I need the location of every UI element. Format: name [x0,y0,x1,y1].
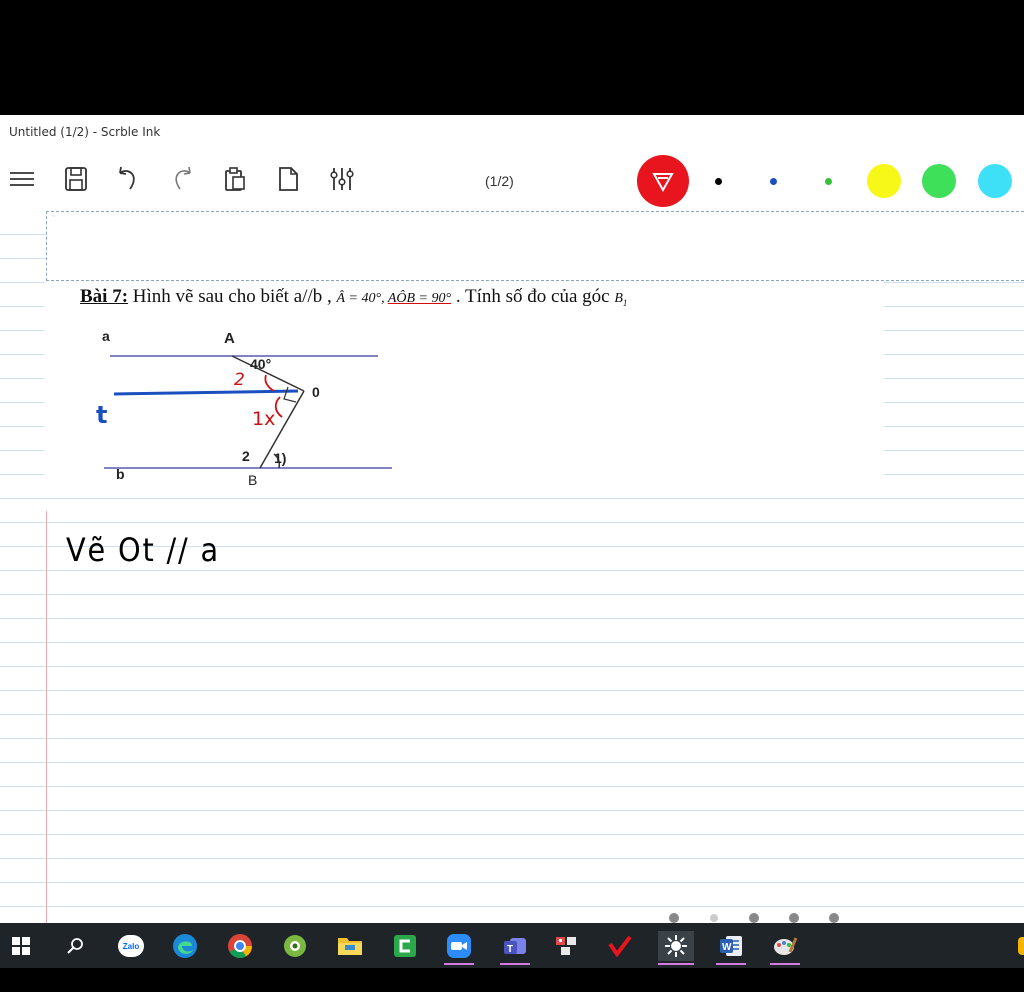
brightness-active-indicator [658,963,694,965]
paint-icon [774,937,798,955]
search-button[interactable] [60,931,90,961]
chrome-button[interactable] [225,931,255,961]
page-margin-line [46,511,47,923]
zalo-icon: Zalo [118,935,144,957]
settings-sliders-icon [330,168,354,190]
selection-handle-label: ~ [52,214,56,220]
save-icon [65,167,87,191]
snipping-icon [556,937,576,955]
ink-canvas[interactable]: ~ Bài 7: Hình vẽ sau cho biết a//b , Â =… [0,211,1024,923]
title-bar: Untitled (1/2) - Scrble Ink [0,115,1024,149]
angle-2-arc [264,374,275,392]
problem-statement: Bài 7: Hình vẽ sau cho biết a//b , Â = 4… [80,286,627,308]
zoom-button[interactable] [444,931,474,965]
chrome-icon [228,934,252,959]
settings-button[interactable] [326,163,358,195]
paste-button[interactable] [219,163,251,195]
label-1-bottom: 1) [274,450,286,466]
color-black-small[interactable] [715,178,722,185]
menu-button[interactable] [6,163,38,195]
label-2-bottom: 2 [242,448,250,464]
vietkey-icon [608,935,632,958]
geometry-figure: a A 40° 2 0 t 1x 2 1) b B [96,328,392,488]
brightness-button[interactable] [658,931,694,965]
paint-button[interactable] [770,931,800,965]
label-a-line: a [102,328,110,344]
new-page-button[interactable] [272,163,304,195]
label-b-line: b [116,466,125,482]
pen-tip-icon [652,173,674,193]
windows-start-icon [12,937,30,955]
redo-button[interactable] [166,163,198,195]
search-icon [67,938,83,954]
label-A: A [224,330,235,347]
problem-text-b: . Tính số đo của góc [451,286,615,307]
paint-active-indicator [770,963,800,965]
zoom-active-indicator [444,963,474,965]
windows-taskbar: Zalo T W [0,923,1024,968]
handwritten-note: Vẽ Ot // a [66,531,220,569]
label-2-top: 2 [234,370,245,390]
brightness-icon [665,935,687,957]
color-cyan[interactable] [978,164,1012,198]
clipboard-icon [225,167,245,191]
redo-icon [175,166,191,190]
app-window: Untitled (1/2) - Scrble Ink (1/2) ~ Bài … [0,115,1024,923]
menu-icon [10,172,34,186]
angle-b1: B1 [614,291,628,308]
file-explorer-button[interactable] [335,931,365,961]
page-icon [279,167,298,191]
camtasia-button[interactable] [390,931,420,961]
file-explorer-icon [338,938,362,955]
start-button[interactable] [6,931,36,961]
zoom-icon [447,934,471,958]
top-black-bar [0,0,1024,115]
label-1x: 1x [252,408,275,430]
greenshot-icon [284,935,306,957]
color-green-small[interactable] [825,178,832,185]
right-angle-mark [283,386,297,403]
problem-label: Bài 7: [80,286,129,307]
color-blue-small[interactable] [770,178,777,185]
label-t: t [96,401,107,429]
camtasia-icon [394,935,416,957]
undo-icon [119,166,135,190]
save-button[interactable] [60,163,92,195]
label-40: 40° [250,356,271,372]
greenshot-button[interactable] [280,931,310,961]
vietkey-button[interactable] [606,931,636,961]
word-icon: W [720,936,742,956]
problem-text-a: Hình vẽ sau cho biết a//b , [128,286,337,307]
window-title: Untitled (1/2) - Scrble Ink [9,125,161,139]
zalo-button[interactable]: Zalo [116,931,146,961]
color-green[interactable] [922,164,956,198]
bottom-black-bar [0,968,1024,992]
svg-text:T: T [507,944,513,955]
pen-tool-button[interactable] [637,155,689,207]
page-indicator[interactable]: (1/2) [485,173,514,189]
toolbar: (1/2) [0,149,1024,211]
line-ot [113,389,299,396]
teams-icon: T [504,938,526,955]
tray-icon-partial[interactable] [1018,937,1024,955]
pasted-problem-image[interactable]: Bài 7: Hình vẽ sau cho biết a//b , Â = 4… [44,281,884,497]
angle-1-arc [274,396,283,418]
angle-a: Â = 40°, [336,291,388,306]
snipping-button[interactable] [552,931,582,961]
angle-aob: AÔB = 90° [387,291,452,306]
label-O: 0 [312,384,320,400]
word-button[interactable]: W [716,931,746,965]
color-yellow[interactable] [867,164,901,198]
edge-button[interactable] [170,931,200,961]
teams-button[interactable]: T [500,931,530,965]
teams-active-indicator [500,963,530,965]
svg-text:W: W [722,942,732,953]
paste-selection-box[interactable]: ~ [46,211,1024,281]
edge-icon [173,934,197,958]
word-active-indicator [716,963,746,965]
undo-button[interactable] [112,163,144,195]
page-scroll-dots[interactable] [660,912,850,923]
label-B: B [248,472,257,488]
